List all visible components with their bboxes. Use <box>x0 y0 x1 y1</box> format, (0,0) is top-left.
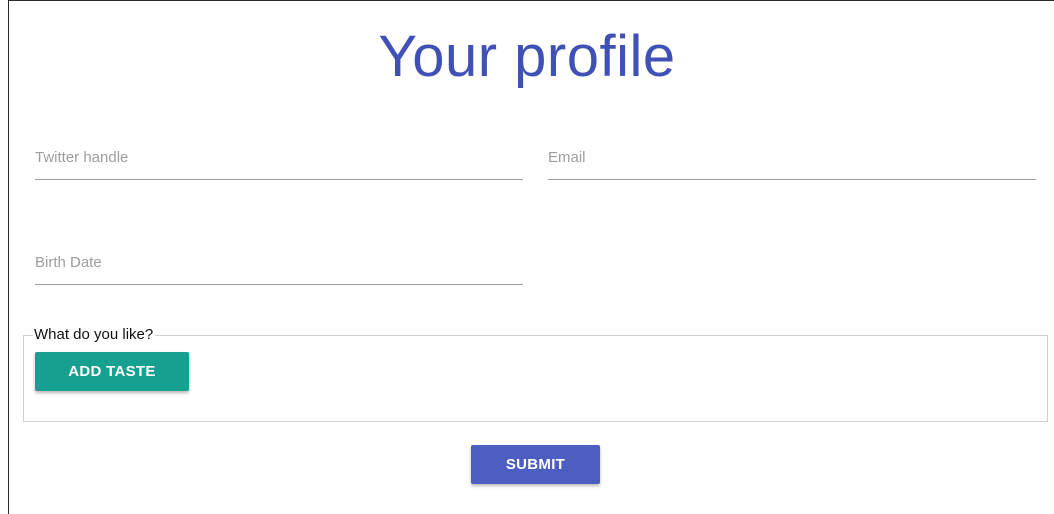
submit-button[interactable]: SUBMIT <box>471 445 600 484</box>
email-input[interactable] <box>548 135 1036 179</box>
birth-date-input[interactable] <box>35 240 523 284</box>
page-title: Your profile <box>378 24 676 89</box>
birth-date-field <box>35 240 523 285</box>
add-taste-button[interactable]: ADD TASTE <box>35 352 189 391</box>
email-field <box>548 135 1036 180</box>
tastes-legend: What do you like? <box>33 325 156 345</box>
twitter-handle-input[interactable] <box>35 135 523 179</box>
twitter-handle-field <box>35 135 523 180</box>
